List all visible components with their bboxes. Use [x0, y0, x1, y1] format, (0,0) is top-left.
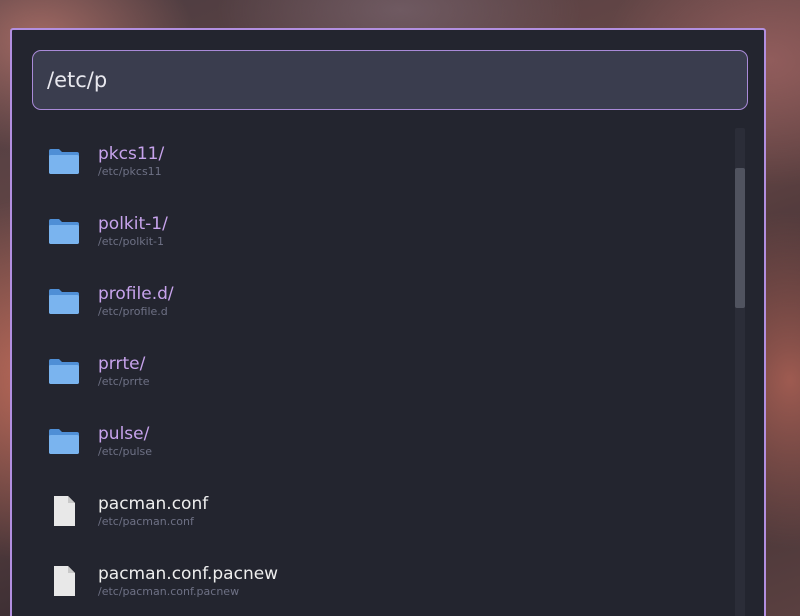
result-title: pkcs11/	[98, 144, 165, 164]
result-title: prrte/	[98, 354, 146, 374]
result-path: /etc/prrte	[98, 375, 150, 388]
result-item[interactable]: profile.d//etc/profile.d	[32, 269, 722, 333]
result-path: /etc/pulse	[98, 445, 153, 458]
folder-icon	[32, 199, 96, 263]
folder-icon	[32, 269, 96, 333]
result-text: pacman.conf/etc/pacman.conf	[98, 493, 208, 529]
result-path: /etc/polkit-1	[98, 235, 165, 248]
result-title: pulse/	[98, 424, 150, 444]
result-path: /etc/profile.d	[98, 305, 168, 318]
search-box[interactable]	[32, 50, 748, 110]
result-item[interactable]: prrte//etc/prrte	[32, 339, 722, 403]
result-title: pacman.conf	[98, 494, 209, 514]
result-title: profile.d/	[98, 284, 174, 304]
launcher-window: pkcs11//etc/pkcs11 polkit-1//etc/polkit-…	[10, 28, 766, 616]
result-item[interactable]: pkcs11//etc/pkcs11	[32, 129, 722, 193]
result-text: pacman.conf.pacnew/etc/pacman.conf.pacne…	[98, 563, 278, 599]
scrollbar-track[interactable]	[735, 128, 745, 616]
search-input[interactable]	[33, 51, 747, 109]
file-icon	[32, 549, 96, 613]
folder-icon	[32, 129, 96, 193]
result-text: prrte//etc/prrte	[98, 353, 149, 389]
result-title: polkit-1/	[98, 214, 168, 234]
scrollbar-thumb[interactable]	[735, 168, 745, 308]
result-text: pulse//etc/pulse	[98, 423, 152, 459]
result-path: /etc/pacman.conf	[98, 515, 194, 528]
result-title: pacman.conf.pacnew	[98, 564, 279, 584]
file-icon	[32, 479, 96, 543]
folder-icon	[32, 339, 96, 403]
result-text: pkcs11//etc/pkcs11	[98, 143, 164, 179]
result-item[interactable]: pacman.conf/etc/pacman.conf	[32, 479, 722, 543]
results-list: pkcs11//etc/pkcs11 polkit-1//etc/polkit-…	[32, 116, 722, 616]
result-text: profile.d//etc/profile.d	[98, 283, 174, 319]
result-path: /etc/pkcs11	[98, 165, 162, 178]
folder-icon	[32, 409, 96, 473]
result-item[interactable]: pacman.conf.pacnew/etc/pacman.conf.pacne…	[32, 549, 722, 613]
result-path: /etc/pacman.conf.pacnew	[98, 585, 240, 598]
result-item[interactable]: pulse//etc/pulse	[32, 409, 722, 473]
result-item[interactable]: polkit-1//etc/polkit-1	[32, 199, 722, 263]
result-text: polkit-1//etc/polkit-1	[98, 213, 168, 249]
